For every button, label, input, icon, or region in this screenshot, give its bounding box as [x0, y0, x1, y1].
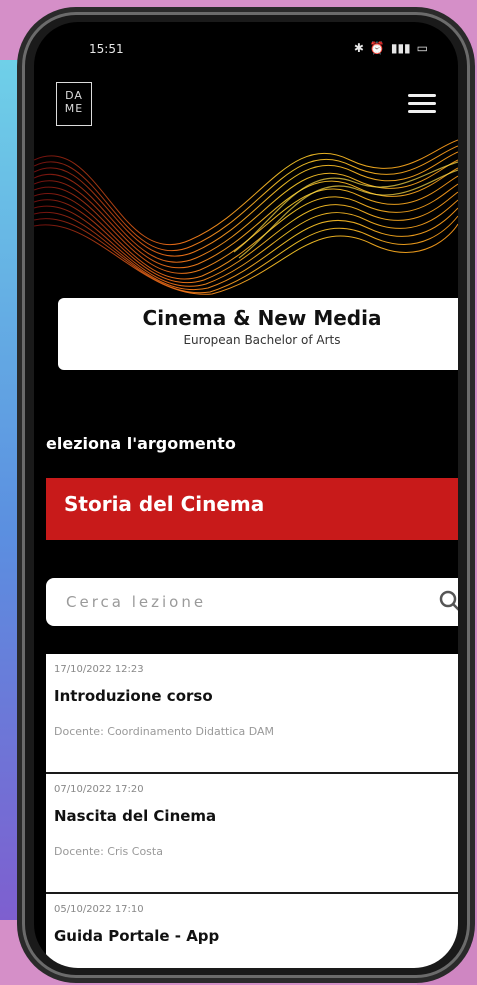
search-box — [46, 578, 458, 626]
lesson-item[interactable]: 05/10/2022 17:10 Guida Portale - App — [46, 894, 458, 968]
hamburger-menu-icon[interactable] — [408, 94, 436, 114]
search-icon[interactable] — [438, 589, 458, 613]
app-logo: DA ME — [56, 82, 92, 126]
lesson-title: Introduzione corso — [54, 687, 213, 705]
lesson-list: 17/10/2022 12:23 Introduzione corso Doce… — [46, 654, 458, 968]
lesson-item[interactable]: 17/10/2022 12:23 Introduzione corso Doce… — [46, 654, 458, 774]
lesson-title: Nascita del Cinema — [54, 807, 217, 825]
course-title: Cinema & New Media — [142, 306, 382, 330]
lesson-date: 05/10/2022 17:10 — [54, 904, 144, 915]
lesson-title: Guida Portale - App — [54, 927, 220, 945]
alarm-icon: ⏰ — [369, 41, 385, 55]
signal-icon: ▮▮▮ — [390, 41, 411, 55]
phone-frame: 15:51 ✱ ⏰ ▮▮▮ ▭ DA ME Cinema & New Media… — [22, 12, 470, 978]
lesson-teacher: Docente: Cris Costa — [54, 845, 163, 858]
lesson-teacher: Docente: Coordinamento Didattica DAM — [54, 725, 274, 738]
phone-screen: 15:51 ✱ ⏰ ▮▮▮ ▭ DA ME Cinema & New Media… — [34, 22, 458, 968]
status-time: 15:51 — [89, 42, 124, 56]
bluetooth-icon: ✱ — [353, 41, 364, 55]
course-subtitle: European Bachelor of Arts — [183, 333, 341, 347]
lesson-item[interactable]: 07/10/2022 17:20 Nascita del Cinema Doce… — [46, 774, 458, 894]
status-bar: 15:51 ✱ ⏰ ▮▮▮ ▭ — [34, 38, 458, 62]
search-input[interactable] — [64, 578, 436, 626]
battery-icon: ▭ — [416, 41, 428, 55]
hero-wave-graphic — [34, 139, 458, 295]
lesson-date: 17/10/2022 12:23 — [54, 664, 144, 675]
lesson-date: 07/10/2022 17:20 — [54, 784, 144, 795]
status-icons: ✱ ⏰ ▮▮▮ ▭ — [354, 41, 428, 55]
topic-storia-del-cinema[interactable]: Storia del Cinema — [46, 478, 458, 540]
course-title-card: Cinema & New Media European Bachelor of … — [58, 298, 458, 370]
select-topic-label: eleziona l'argomento — [46, 434, 236, 453]
